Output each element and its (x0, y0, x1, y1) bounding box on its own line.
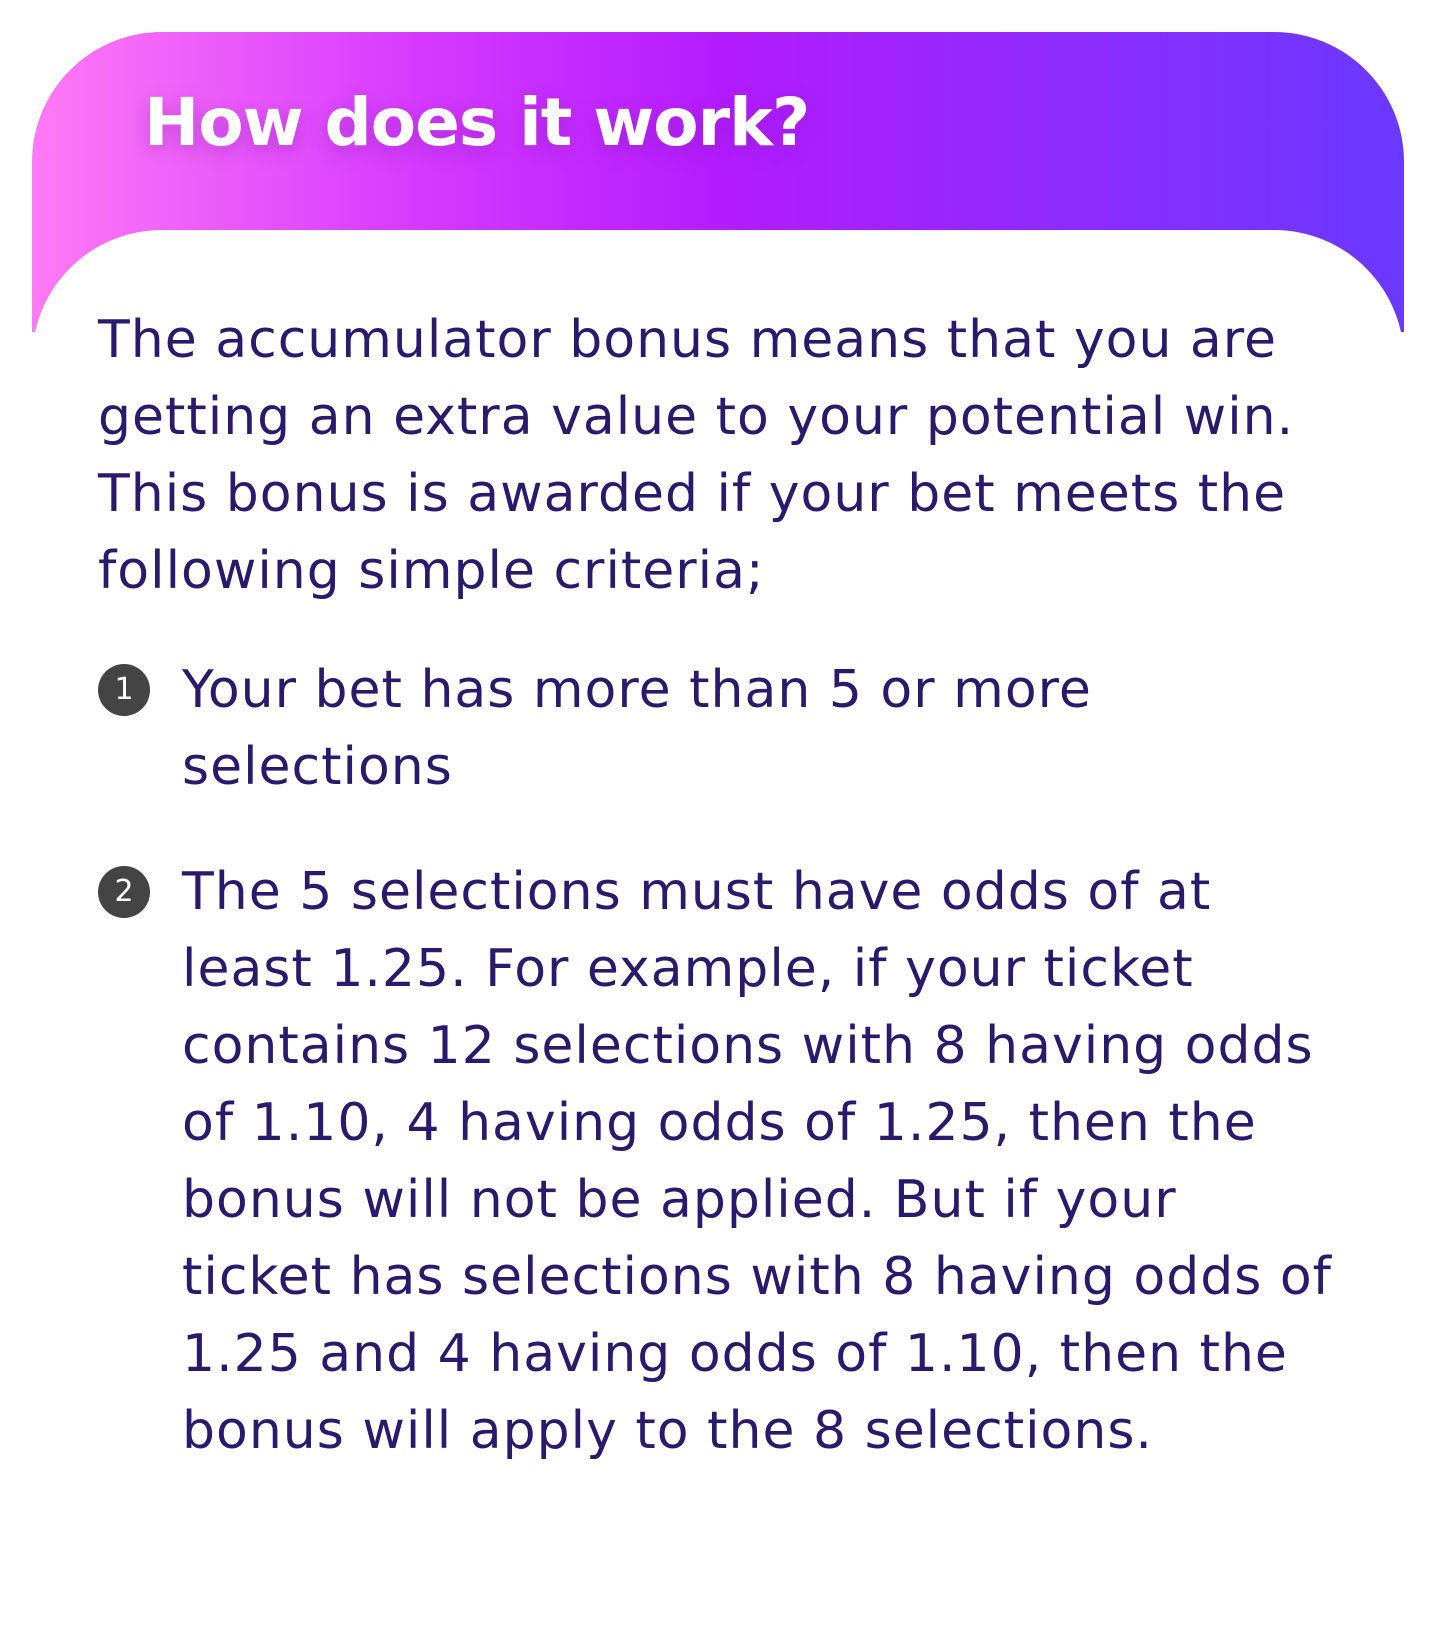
number-badge-2: 2 (98, 866, 150, 918)
number-badge-1: 1 (98, 664, 150, 716)
criteria-item: 2 The 5 selections must have odds of at … (98, 854, 1338, 1470)
criteria-text-1: Your bet has more than 5 or more selecti… (182, 660, 1092, 797)
criteria-item: 1 Your bet has more than 5 or more selec… (98, 652, 1338, 806)
card-title: How does it work? (144, 84, 810, 161)
criteria-text-2: The 5 selections must have odds of at le… (182, 862, 1332, 1461)
criteria-list: 1 Your bet has more than 5 or more selec… (98, 652, 1338, 1518)
info-card: How does it work? The accumulator bonus … (32, 32, 1404, 1612)
card-header: How does it work? (32, 32, 1404, 332)
intro-text: The accumulator bonus means that you are… (98, 310, 1295, 601)
